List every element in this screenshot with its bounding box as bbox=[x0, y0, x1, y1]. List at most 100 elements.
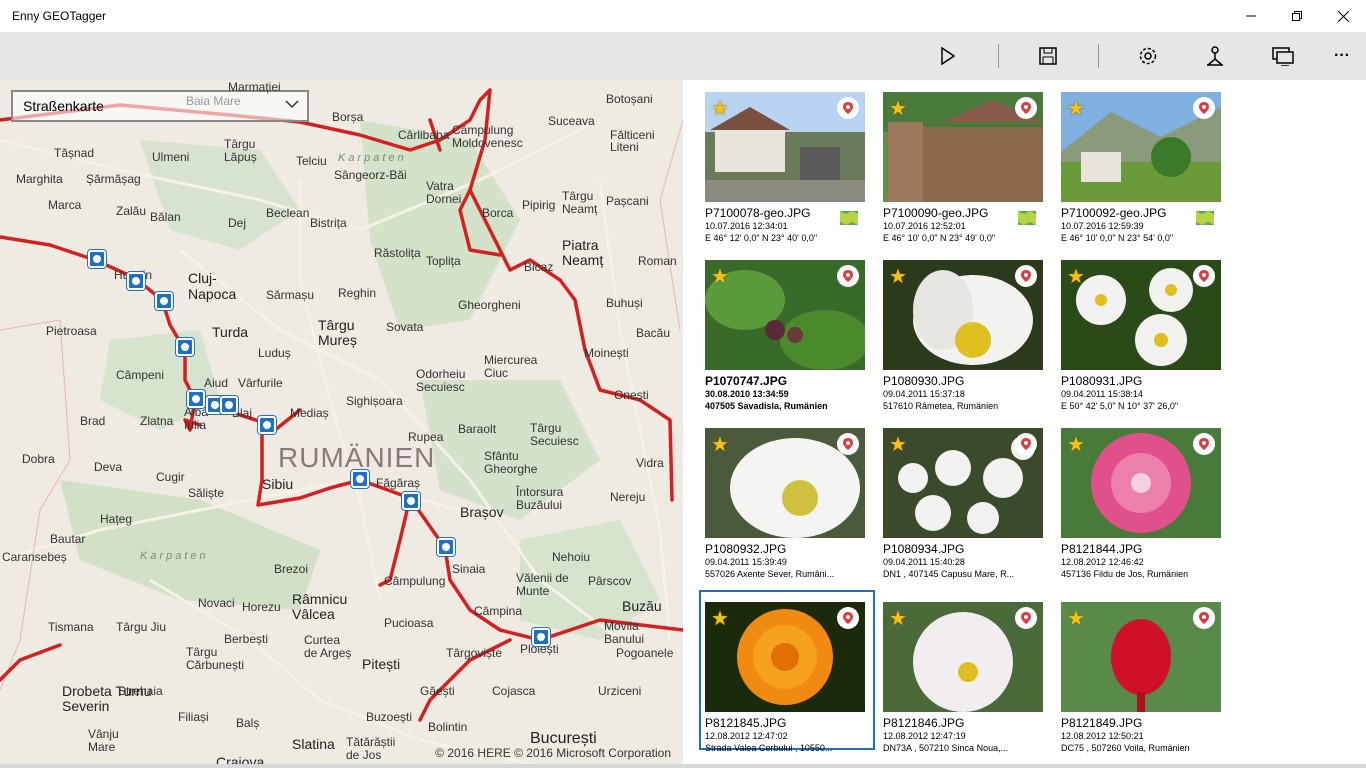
restore-button[interactable] bbox=[1274, 0, 1320, 32]
toolbar-separator bbox=[1098, 44, 1099, 68]
map-label: Sărmașu bbox=[266, 288, 315, 302]
favorite-star-icon[interactable]: ★ bbox=[711, 264, 729, 289]
photo-pin[interactable] bbox=[258, 416, 276, 434]
favorite-star-icon[interactable]: ★ bbox=[711, 96, 729, 121]
favorite-star-icon[interactable]: ★ bbox=[1067, 432, 1085, 457]
location-pin-icon[interactable] bbox=[1193, 265, 1215, 287]
photo-pin[interactable] bbox=[532, 628, 550, 646]
photo-date: 12.08.2012 12:47:19 bbox=[883, 731, 966, 741]
photo-pin[interactable] bbox=[88, 250, 106, 268]
map-label: Balș bbox=[236, 716, 260, 730]
location-pin-icon[interactable] bbox=[1193, 607, 1215, 629]
photo-tile[interactable]: ★ P8121846.JPG 12.08.2012 12:47:19 DN73A… bbox=[877, 590, 1053, 753]
favorite-star-icon[interactable]: ★ bbox=[711, 432, 729, 457]
horizontal-scrollbar[interactable] bbox=[0, 764, 1366, 768]
photo-date: 09.04.2011 15:37:18 bbox=[883, 389, 965, 399]
more-button[interactable]: ··· bbox=[1318, 32, 1366, 80]
map-style-select[interactable]: Straßenkarte bbox=[11, 90, 309, 122]
map-label: Pucioasa bbox=[384, 616, 434, 630]
favorite-star-icon[interactable]: ★ bbox=[1067, 606, 1085, 631]
location-pin-icon[interactable] bbox=[1193, 433, 1215, 455]
map-label: Bicaz bbox=[524, 260, 554, 274]
photo-pin[interactable] bbox=[176, 338, 194, 356]
favorite-star-icon[interactable]: ★ bbox=[889, 432, 907, 457]
photo-pin[interactable] bbox=[155, 292, 173, 310]
location-pin-icon[interactable] bbox=[837, 607, 859, 629]
map-label: Sinaia bbox=[452, 562, 486, 576]
location-pin-icon[interactable] bbox=[1015, 607, 1037, 629]
photo-tile[interactable]: ★ P1080930.JPG 09.04.2011 15:37:18 51761… bbox=[877, 248, 1053, 411]
favorite-star-icon[interactable]: ★ bbox=[889, 606, 907, 631]
photo-location: DN1 , 407145 Capusu Mare, R... bbox=[883, 569, 1015, 579]
location-pin-icon[interactable] bbox=[837, 433, 859, 455]
photo-pin[interactable] bbox=[402, 492, 420, 510]
photo-location: DC75 , 507260 Voila, Rumänien bbox=[1061, 743, 1190, 753]
photo-location: E 46° 10' 0,0" N 23° 49' 0,0" bbox=[883, 233, 996, 243]
map-label: Zalău bbox=[116, 204, 147, 218]
location-pin-icon[interactable] bbox=[1015, 433, 1037, 455]
map-label: Filiași bbox=[178, 710, 209, 724]
photo-thumbnail: ★ bbox=[705, 260, 865, 370]
map-copyright: © 2016 HERE © 2016 Microsoft Corporation bbox=[435, 746, 671, 760]
favorite-star-icon[interactable]: ★ bbox=[711, 606, 729, 631]
favorite-star-icon[interactable]: ★ bbox=[1067, 264, 1085, 289]
photo-gallery[interactable]: ★ P7100078-geo.JPG 10.07.2016 12:34:01 E… bbox=[683, 80, 1366, 764]
map-label: Răstolița bbox=[374, 246, 421, 260]
photo-tile[interactable]: ★ P1080934.JPG 09.04.2011 15:40:28 DN1 ,… bbox=[877, 416, 1053, 579]
photo-pin[interactable] bbox=[437, 538, 455, 556]
map-label: Nereju bbox=[610, 490, 646, 504]
map-label: Odorheiu Secuiesc bbox=[416, 367, 466, 394]
map-label: Târgoviște bbox=[446, 646, 503, 660]
photo-tile[interactable]: ★ P1070747.JPG 30.08.2010 13:34:59 40750… bbox=[699, 248, 875, 411]
photo-filename: P1080934.JPG bbox=[883, 542, 965, 556]
map-view[interactable]: Straßenkarte Botoșani Suceava Fălticeni … bbox=[0, 80, 683, 764]
photo-pin[interactable] bbox=[220, 396, 238, 414]
location-pin-icon[interactable] bbox=[837, 97, 859, 119]
map-label: Pipirig bbox=[522, 198, 556, 212]
photo-location: E 46° 12' 0,0" N 23° 40' 0,0" bbox=[705, 233, 818, 243]
favorite-star-icon[interactable]: ★ bbox=[1067, 96, 1085, 121]
play-button[interactable] bbox=[924, 32, 972, 80]
location-pin-icon[interactable] bbox=[1193, 97, 1215, 119]
location-pin-icon[interactable] bbox=[837, 265, 859, 287]
photo-filename: P1080930.JPG bbox=[883, 374, 965, 388]
photo-thumbnail: ★ bbox=[1061, 92, 1221, 202]
close-button[interactable] bbox=[1320, 0, 1366, 32]
photo-pin[interactable] bbox=[351, 470, 369, 488]
photo-pin[interactable] bbox=[127, 272, 145, 290]
map-label: Bacău bbox=[636, 326, 671, 340]
photo-tile[interactable]: ★ P7100078-geo.JPG 10.07.2016 12:34:01 E… bbox=[699, 80, 875, 243]
photo-tile[interactable]: ★ P8121849.JPG 12.08.2012 12:50:21 DC75 … bbox=[1055, 590, 1231, 753]
location-pin-icon[interactable] bbox=[1015, 97, 1037, 119]
favorite-star-icon[interactable]: ★ bbox=[889, 96, 907, 121]
map-label: Sibiu bbox=[262, 476, 294, 492]
map-label: Curtea de Argeș bbox=[304, 633, 352, 660]
photo-thumbnail: ★ bbox=[883, 92, 1043, 202]
photo-tile[interactable]: ★ P8121844.JPG 12.08.2012 12:46:42 45713… bbox=[1055, 416, 1231, 579]
region-label: Karpaten bbox=[140, 550, 209, 562]
map-label: Telciu bbox=[296, 154, 327, 168]
settings-button[interactable] bbox=[1124, 32, 1172, 80]
map-label: Vidra bbox=[636, 456, 664, 470]
app-title: Enny GEOTagger bbox=[12, 9, 107, 23]
map-label: Baraolt bbox=[458, 422, 497, 436]
map-label: Moinești bbox=[584, 346, 629, 360]
photo-pin[interactable] bbox=[187, 390, 205, 408]
map-label: Săliște bbox=[188, 486, 225, 500]
photo-tile[interactable]: ★ P1080932.JPG 09.04.2011 15:39:49 55702… bbox=[699, 416, 875, 579]
map-label: Câmpulung Moldovenesc bbox=[452, 123, 523, 150]
map-label: Întorsura Buzăului bbox=[516, 485, 564, 512]
save-button[interactable] bbox=[1024, 32, 1072, 80]
photo-date: 10.07.2016 12:52:01 bbox=[883, 221, 966, 231]
favorite-star-icon[interactable]: ★ bbox=[889, 264, 907, 289]
photo-tile[interactable]: ★ P1080931.JPG 09.04.2011 15:38:14 E 50°… bbox=[1055, 248, 1231, 411]
photo-tile[interactable]: ★ P8121845.JPG 12.08.2012 12:47:02 Strad… bbox=[699, 590, 875, 753]
location-pin-icon[interactable] bbox=[1015, 265, 1037, 287]
minimize-button[interactable] bbox=[1228, 0, 1274, 32]
map-label: Vânju Mare bbox=[88, 727, 119, 754]
photo-tile[interactable]: ★ P7100090-geo.JPG 10.07.2016 12:52:01 E… bbox=[877, 80, 1053, 243]
map-label: Toplița bbox=[426, 254, 461, 268]
geotag-person-button[interactable] bbox=[1191, 32, 1239, 80]
slideshow-button[interactable] bbox=[1259, 32, 1307, 80]
photo-tile[interactable]: ★ P7100092-geo.JPG 10.07.2016 12:59:39 E… bbox=[1055, 80, 1231, 243]
